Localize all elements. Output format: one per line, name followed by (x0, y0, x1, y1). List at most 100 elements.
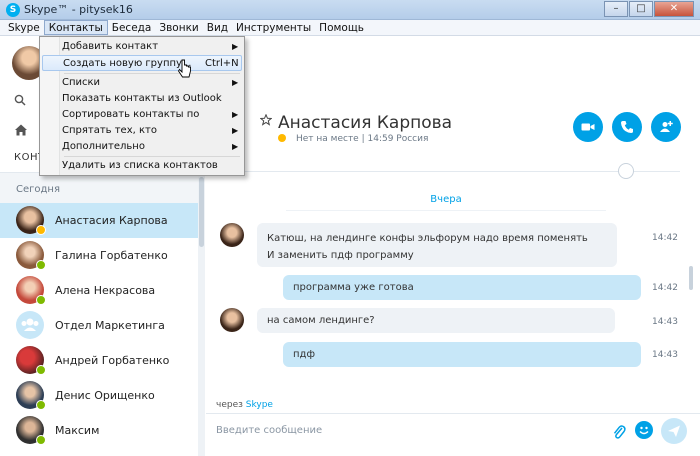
contact-name: Денис Орищенко (55, 389, 155, 402)
send-icon (668, 425, 680, 437)
smile-icon (639, 426, 649, 435)
emoji-icon[interactable] (635, 421, 653, 439)
menu-item-hide-those[interactable]: Спрятать тех, кто ▶ (42, 123, 242, 139)
contact-name: Отдел Маркетинга (55, 319, 165, 332)
avatar (220, 223, 244, 247)
menu-item-label: Списки (62, 77, 101, 88)
day-separator: Вчера (286, 189, 606, 211)
contact-item-maxim[interactable]: Максим (0, 413, 198, 448)
message-outgoing: пдф (283, 342, 641, 367)
audio-call-button[interactable] (612, 112, 642, 142)
group-icon (21, 318, 39, 331)
menu-item-label: Удалить из списка контактов (62, 160, 218, 171)
contact-item-marketing-group[interactable]: Отдел Маркетинга (0, 308, 198, 343)
menu-item-create-group[interactable]: Создать новую группу... Ctrl+N (42, 55, 242, 71)
section-header-today: Сегодня (0, 173, 198, 203)
via-service-link[interactable]: Skype (246, 400, 273, 410)
conversation-title: Анастасия Карпова (278, 113, 453, 133)
window-controls: – □ ✕ (603, 1, 694, 17)
video-camera-icon (581, 123, 595, 131)
menu-item-label: Показать контакты из Outlook (62, 93, 222, 104)
status-away-icon (278, 134, 286, 142)
status-detail: | 14:59 Россия (361, 134, 429, 144)
divider (206, 413, 700, 414)
status-away-icon (36, 225, 46, 235)
menu-item-label: Добавить контакт (62, 41, 159, 52)
menu-item-advanced[interactable]: Дополнительно ▶ (42, 139, 242, 155)
menu-item-add-contact[interactable]: Добавить контакт ▶ (42, 39, 242, 55)
contact-name: Алена Некрасова (55, 284, 156, 297)
submenu-arrow-icon: ▶ (232, 142, 239, 151)
contact-item-alena[interactable]: Алена Некрасова (0, 273, 198, 308)
menu-separator (64, 73, 240, 74)
message-time: 14:43 (652, 317, 678, 327)
conversation-scrollbar[interactable] (689, 266, 693, 290)
submenu-arrow-icon: ▶ (232, 110, 239, 119)
message-incoming: на самом лендинге? (257, 308, 615, 333)
menu-contacts[interactable]: Контакты (43, 20, 108, 35)
home-icon[interactable] (14, 123, 28, 137)
menu-item-sort-contacts[interactable]: Сортировать контакты по ▶ (42, 107, 242, 123)
status-online-icon (36, 365, 46, 375)
title-bar: S Skype™ - pitysek16 – □ ✕ (0, 0, 700, 20)
message-time: 14:43 (652, 350, 678, 360)
scrollbar-thumb[interactable] (199, 177, 204, 247)
sidebar-scrollbar[interactable] (198, 173, 205, 456)
send-button[interactable] (661, 418, 687, 444)
menu-item-label: Спрятать тех, кто (62, 125, 157, 136)
message-text: на самом лендинге? (267, 315, 375, 326)
emoticon-icon[interactable] (618, 163, 634, 179)
minimize-button[interactable]: – (604, 1, 628, 17)
attach-icon[interactable] (612, 423, 626, 441)
contact-item-galina[interactable]: Галина Горбатенко (0, 238, 198, 273)
submenu-arrow-icon: ▶ (232, 42, 239, 51)
menu-item-label: Сортировать контакты по (62, 109, 200, 120)
conversation-pane: Анастасия Карпова Нет на месте | 14:59 Р… (206, 36, 700, 456)
menu-conversation[interactable]: Беседа (108, 20, 156, 35)
menu-item-show-outlook-contacts[interactable]: Показать контакты из Outlook (42, 91, 242, 107)
message-outgoing: программа уже готова (283, 275, 641, 300)
menu-item-label: Создать новую группу... (63, 58, 192, 69)
mouse-cursor-icon (178, 59, 191, 78)
contacts-menu-dropdown: Добавить контакт ▶ Создать новую группу.… (39, 36, 245, 176)
group-avatar (16, 311, 44, 339)
video-call-button[interactable] (573, 112, 603, 142)
menu-bar: Skype Контакты Беседа Звонки Вид Инструм… (0, 20, 700, 36)
submenu-arrow-icon: ▶ (232, 78, 239, 87)
divider (226, 171, 680, 172)
message-time: 14:42 (652, 283, 678, 293)
menu-skype[interactable]: Skype (4, 20, 44, 35)
avatar (220, 308, 244, 332)
status-online-icon (36, 260, 46, 270)
menu-item-remove-contact[interactable]: Удалить из списка контактов (42, 158, 242, 174)
via-label: через Skype (216, 400, 273, 410)
favorite-star-icon[interactable] (260, 114, 272, 126)
message-text: И заменить пдф программу (267, 250, 414, 261)
menu-view[interactable]: Вид (203, 20, 232, 35)
menu-calls[interactable]: Звонки (155, 20, 202, 35)
contact-item-andrey[interactable]: Андрей Горбатенко (0, 343, 198, 378)
message-incoming: Катюш, на лендинге конфы эльфорум надо в… (257, 223, 617, 267)
add-people-button[interactable] (651, 112, 681, 142)
status-online-icon (36, 295, 46, 305)
add-people-icon (660, 121, 673, 132)
menu-tools[interactable]: Инструменты (232, 20, 315, 35)
message-time: 14:42 (652, 233, 678, 243)
close-button[interactable]: ✕ (654, 1, 694, 17)
contact-name: Галина Горбатенко (55, 249, 168, 262)
contact-name: Андрей Горбатенко (55, 354, 170, 367)
conversation-status: Нет на месте | 14:59 Россия (278, 134, 428, 144)
menu-item-lists[interactable]: Списки ▶ (42, 75, 242, 91)
submenu-arrow-icon: ▶ (232, 126, 239, 135)
message-text: Катюш, на лендинге конфы эльфорум надо в… (267, 233, 588, 244)
status-text: Нет на месте (296, 134, 359, 144)
contact-item-anastasia[interactable]: Анастасия Карпова (0, 203, 198, 238)
contact-item-denis[interactable]: Денис Орищенко (0, 378, 198, 413)
search-icon[interactable] (14, 94, 26, 106)
window-title: Skype™ - pitysek16 (24, 3, 133, 16)
skype-logo-icon: S (6, 3, 20, 17)
message-input[interactable]: Введите сообщение (216, 425, 322, 436)
maximize-button[interactable]: □ (629, 1, 653, 17)
menu-help[interactable]: Помощь (315, 20, 368, 35)
contact-name: Анастасия Карпова (55, 214, 168, 227)
